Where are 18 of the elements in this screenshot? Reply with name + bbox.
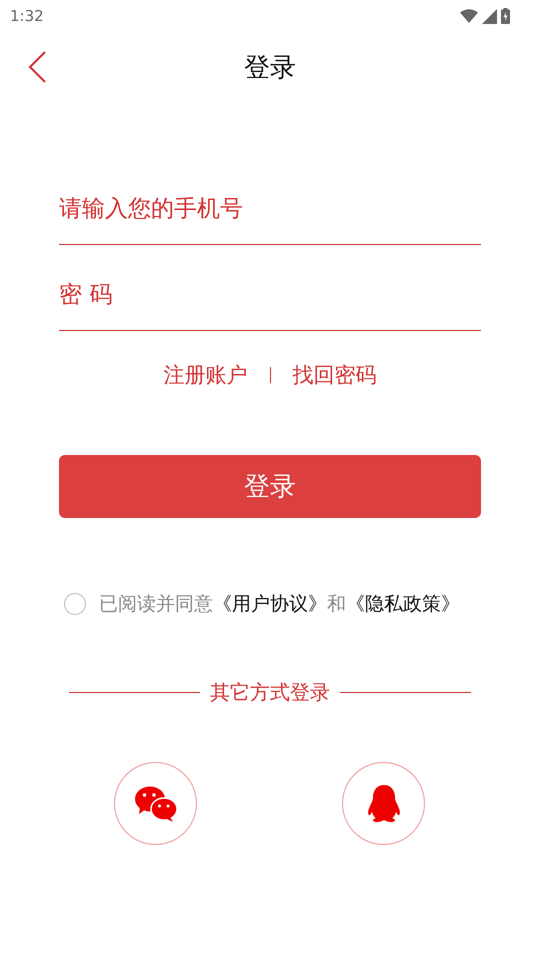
signal-icon: [482, 8, 497, 24]
agreement-checkbox[interactable]: [64, 593, 86, 615]
agreement-text: 已阅读并同意《用户协议》和《隐私政策》: [99, 592, 460, 617]
penguin-icon: [366, 784, 400, 822]
chat-bubbles-icon: [134, 784, 178, 822]
user-agreement-link[interactable]: 《用户协议》: [213, 593, 327, 615]
phone-field[interactable]: 请输入您的手机号: [59, 174, 481, 245]
register-link[interactable]: 注册账户: [164, 361, 248, 389]
privacy-policy-link[interactable]: 《隐私政策》: [346, 593, 460, 615]
forgot-password-link[interactable]: 找回密码: [292, 361, 376, 389]
battery-icon: [501, 8, 510, 24]
other-login-label: 其它方式登录: [210, 679, 330, 706]
back-icon[interactable]: [27, 50, 47, 84]
page-title: 登录: [244, 52, 296, 84]
password-field[interactable]: 密 码: [59, 260, 481, 331]
wifi-icon: [460, 9, 478, 23]
status-time: 1:32: [10, 7, 44, 25]
login-button[interactable]: 登录: [59, 455, 481, 518]
